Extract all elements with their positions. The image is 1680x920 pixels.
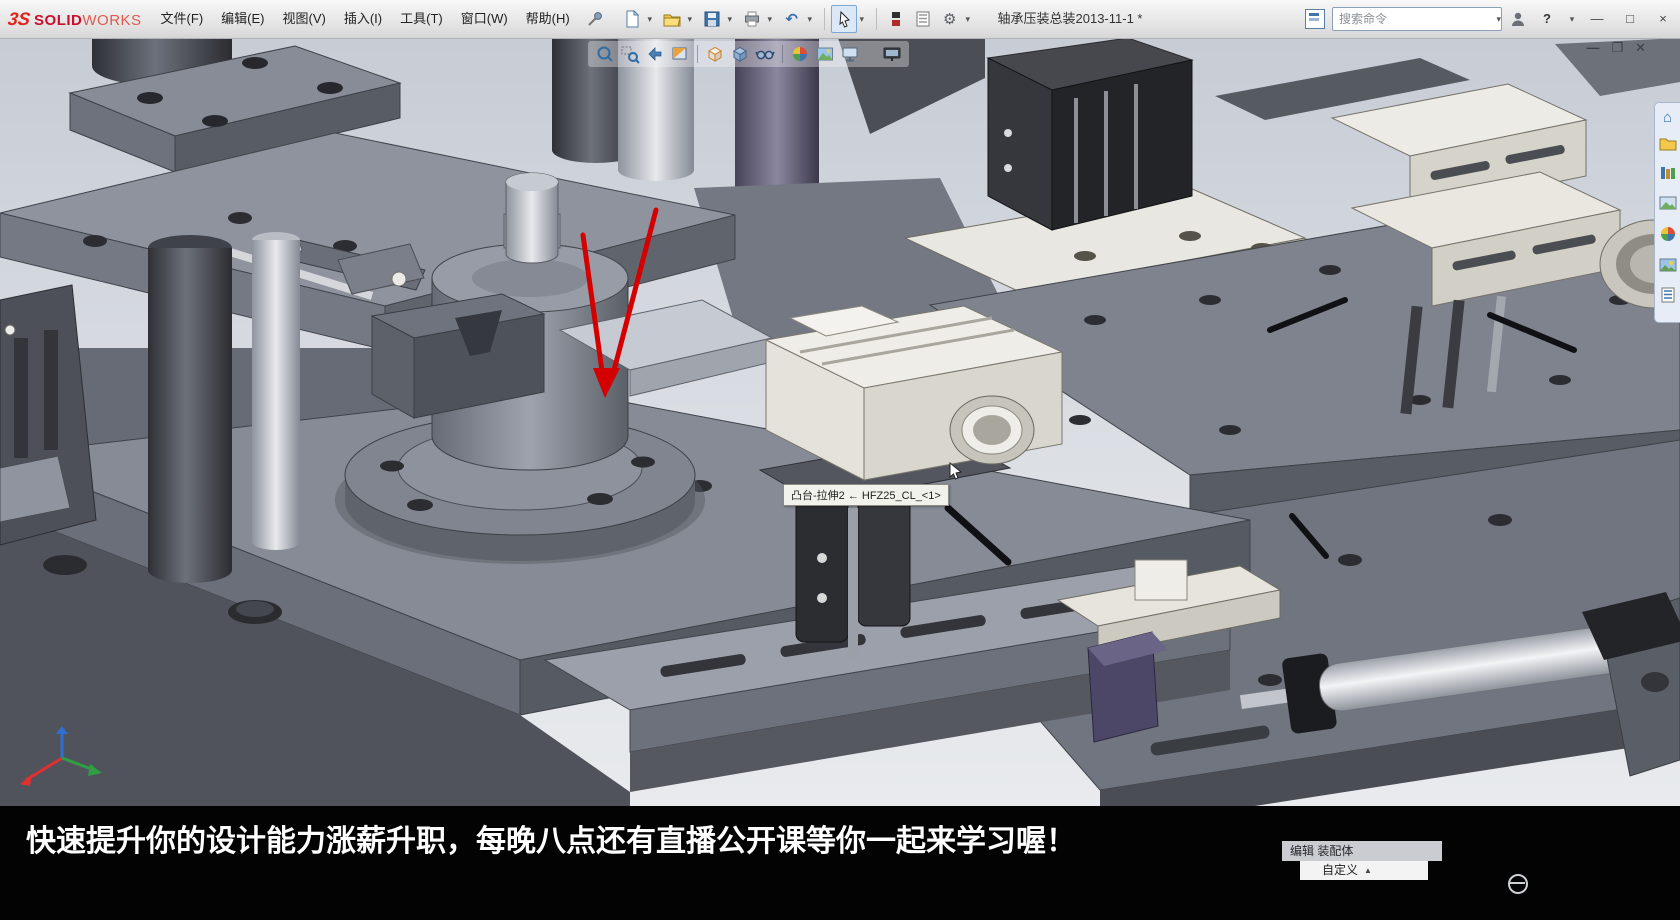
- zoom-fit-icon[interactable]: [594, 43, 616, 65]
- view-orientation-icon[interactable]: [704, 43, 726, 65]
- open-folder-icon: [663, 14, 681, 27]
- help-caret-icon[interactable]: ▾: [1567, 14, 1577, 25]
- zoom-to-area-icon[interactable]: [619, 43, 641, 65]
- restore-button[interactable]: □: [1617, 0, 1643, 38]
- view-settings-icon[interactable]: [839, 43, 861, 65]
- user-account-icon[interactable]: [1509, 10, 1527, 28]
- undo-icon: ↶: [785, 11, 798, 28]
- new-document-caret-icon[interactable]: ▾: [645, 14, 655, 25]
- print-icon: [744, 11, 759, 27]
- display-style-icon[interactable]: [729, 43, 751, 65]
- task-pane-home-icon[interactable]: ⌂: [1663, 110, 1672, 126]
- solidworks-window: 3S SOLID WORKS 文件(F) 编辑(E) 视图(V) 插入(I) 工…: [0, 0, 1680, 920]
- document-window-controls: — ❐ ✕: [1586, 40, 1646, 56]
- task-pane-appearances-icon[interactable]: [1659, 225, 1677, 248]
- hide-show-items-icon[interactable]: [754, 43, 776, 65]
- document-minimize-button[interactable]: —: [1586, 40, 1599, 56]
- previous-view-icon[interactable]: [644, 43, 666, 65]
- select-cursor-icon: [839, 10, 850, 28]
- save-button[interactable]: [699, 5, 725, 33]
- menu-edit[interactable]: 编辑(E): [212, 0, 273, 38]
- menu-help[interactable]: 帮助(H): [517, 0, 579, 38]
- task-pane-view-palette-icon[interactable]: [1659, 195, 1677, 216]
- orientation-triad: [20, 726, 102, 786]
- promo-banner: 快速提升你的设计能力涨薪升职，每晚八点还有直播公开课等你一起来学习喔！: [0, 806, 1680, 920]
- print-button[interactable]: [739, 5, 765, 33]
- status-custom-label: 自定义: [1322, 863, 1359, 877]
- cad-assembly-scene[interactable]: [0, 38, 1680, 920]
- graphics-viewport[interactable]: — ❐ ✕ ⌂ 凸台-拉伸2 ← HFZ25_CL_<1>: [0, 38, 1680, 920]
- save-icon: [704, 11, 720, 27]
- select-caret-icon[interactable]: ▾: [857, 14, 867, 25]
- brand-works: WORKS: [82, 11, 142, 29]
- toolbar-separator: [782, 45, 783, 63]
- solidworks-logo: 3S SOLID WORKS: [0, 9, 152, 30]
- task-pane-design-library-icon[interactable]: [1659, 165, 1677, 186]
- toolbar-separator: [697, 45, 698, 63]
- save-caret-icon[interactable]: ▾: [725, 14, 735, 25]
- toolbar-separator: [875, 8, 877, 30]
- search-box: ▾: [1332, 7, 1502, 31]
- mouse-cursor: [948, 461, 966, 485]
- brand-solid: SOLID: [34, 11, 83, 29]
- new-document-icon: [626, 10, 639, 28]
- menu-file[interactable]: 文件(F): [152, 0, 213, 38]
- menubar: 文件(F) 编辑(E) 视图(V) 插入(I) 工具(T) 窗口(W) 帮助(H…: [152, 0, 579, 38]
- menu-view[interactable]: 视图(V): [274, 0, 335, 38]
- search-caret-icon[interactable]: ▾: [1496, 14, 1501, 25]
- minimize-button[interactable]: —: [1584, 0, 1610, 38]
- search-input[interactable]: [1333, 12, 1494, 26]
- chevron-up-icon: ▲: [1364, 866, 1372, 875]
- task-pane-custom-properties-icon[interactable]: [1659, 287, 1677, 308]
- task-pane-strip: ⌂: [1654, 102, 1680, 323]
- status-editing-label: 编辑 装配体: [1282, 841, 1442, 861]
- document-close-button[interactable]: ✕: [1635, 40, 1646, 56]
- menu-window[interactable]: 窗口(W): [452, 0, 517, 38]
- full-screen-icon[interactable]: [881, 43, 903, 65]
- pin-menu-icon[interactable]: [585, 9, 605, 29]
- select-button[interactable]: [830, 5, 857, 33]
- toolbar-separator: [823, 8, 825, 30]
- web-status-icon[interactable]: [1508, 874, 1528, 894]
- document-title: 轴承压装总装2013-11-1 *: [997, 11, 1143, 26]
- section-view-icon[interactable]: [669, 43, 691, 65]
- menu-insert[interactable]: 插入(I): [335, 0, 391, 38]
- feature-tooltip: 凸台-拉伸2 ← HFZ25_CL_<1>: [783, 484, 949, 506]
- dassault-logo-icon: 3S: [6, 8, 32, 29]
- open-caret-icon[interactable]: ▾: [685, 14, 695, 25]
- task-pane-scenes-icon[interactable]: [1659, 257, 1677, 278]
- edit-appearance-icon[interactable]: [789, 43, 811, 65]
- apply-scene-icon[interactable]: [814, 43, 836, 65]
- search-area: ▾ ? ▾ — □ ×: [1305, 0, 1676, 38]
- heads-up-view-toolbar: [588, 41, 909, 67]
- task-pane-file-explorer-icon[interactable]: [1659, 135, 1677, 156]
- titlebar: 3S SOLID WORKS 文件(F) 编辑(E) 视图(V) 插入(I) 工…: [0, 0, 1680, 39]
- undo-caret-icon[interactable]: ▾: [805, 14, 815, 25]
- search-scope-icon[interactable]: [1305, 9, 1325, 29]
- print-caret-icon[interactable]: ▾: [765, 14, 775, 25]
- close-button[interactable]: ×: [1650, 0, 1676, 38]
- new-document-button[interactable]: [619, 5, 645, 33]
- open-button[interactable]: [659, 5, 685, 33]
- status-custom-dropdown[interactable]: 自定义 ▲: [1300, 861, 1428, 880]
- undo-button[interactable]: ↶: [779, 5, 805, 33]
- menu-tools[interactable]: 工具(T): [391, 0, 452, 38]
- document-restore-button[interactable]: ❐: [1611, 40, 1623, 56]
- help-button[interactable]: ?: [1534, 0, 1560, 38]
